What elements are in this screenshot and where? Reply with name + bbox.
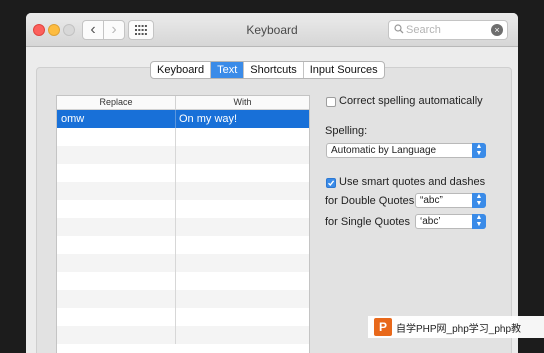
- table-row[interactable]: [57, 290, 309, 308]
- checkmark-icon: [328, 180, 335, 187]
- double-quotes-label: for Double Quotes: [325, 195, 415, 207]
- table-row[interactable]: [57, 218, 309, 236]
- table-row[interactable]: [57, 146, 309, 164]
- watermark-logo: P: [374, 318, 392, 336]
- smart-quotes-checkbox[interactable]: [326, 178, 336, 188]
- updown-arrow-icon: ▲ ▼: [472, 193, 486, 208]
- watermark-text: 自学PHP网_php学习_php教: [396, 323, 522, 335]
- table-row[interactable]: [57, 326, 309, 344]
- table-row[interactable]: [57, 200, 309, 218]
- tab-keyboard[interactable]: Keyboard: [151, 62, 210, 78]
- clear-icon[interactable]: ×: [491, 24, 503, 36]
- single-quotes-label: for Single Quotes: [325, 216, 410, 228]
- updown-arrow-icon: ▲ ▼: [472, 214, 486, 229]
- double-quotes-value: “abc”: [420, 195, 443, 206]
- search-field[interactable]: Search ×: [388, 20, 508, 40]
- search-placeholder: Search: [406, 24, 441, 36]
- table-row[interactable]: [57, 164, 309, 182]
- column-header-with[interactable]: With: [176, 96, 309, 109]
- title-bar: ‹ › Keyboard Search ×: [26, 13, 518, 47]
- updown-arrow-icon: ▲ ▼: [472, 143, 486, 158]
- with-cell[interactable]: On my way!: [176, 110, 309, 128]
- double-quotes-popup[interactable]: “abc” ▲ ▼: [415, 193, 486, 208]
- table-row[interactable]: [57, 128, 309, 146]
- smart-quotes-label[interactable]: Use smart quotes and dashes: [339, 176, 485, 188]
- table-row[interactable]: omw On my way!: [57, 110, 309, 128]
- correct-spelling-checkbox[interactable]: [326, 97, 336, 107]
- tab-bar: Keyboard Text Shortcuts Input Sources: [150, 61, 385, 79]
- table-header: Replace With: [57, 96, 309, 110]
- table-row[interactable]: [57, 182, 309, 200]
- table-row[interactable]: [57, 272, 309, 290]
- preferences-window: ‹ › Keyboard Search × Keyboard Text Shor…: [26, 13, 518, 353]
- spelling-popup[interactable]: Automatic by Language ▲ ▼: [326, 143, 486, 158]
- tab-input-sources[interactable]: Input Sources: [302, 62, 384, 78]
- tab-shortcuts[interactable]: Shortcuts: [243, 62, 302, 78]
- tab-text[interactable]: Text: [210, 62, 244, 78]
- replace-cell[interactable]: omw: [57, 110, 176, 128]
- table-row[interactable]: [57, 254, 309, 272]
- table-row[interactable]: [57, 236, 309, 254]
- correct-spelling-label[interactable]: Correct spelling automatically: [339, 95, 483, 107]
- single-quotes-popup[interactable]: ‘abc’ ▲ ▼: [415, 214, 486, 229]
- replacements-table[interactable]: Replace With omw On my way!: [56, 95, 310, 353]
- watermark: P 自学PHP网_php学习_php教: [368, 316, 544, 338]
- single-quotes-value: ‘abc’: [420, 216, 441, 227]
- search-icon: [394, 24, 404, 34]
- spelling-label: Spelling:: [325, 125, 368, 137]
- column-header-replace[interactable]: Replace: [57, 96, 176, 109]
- spelling-value: Automatic by Language: [331, 145, 437, 156]
- table-row[interactable]: [57, 308, 309, 326]
